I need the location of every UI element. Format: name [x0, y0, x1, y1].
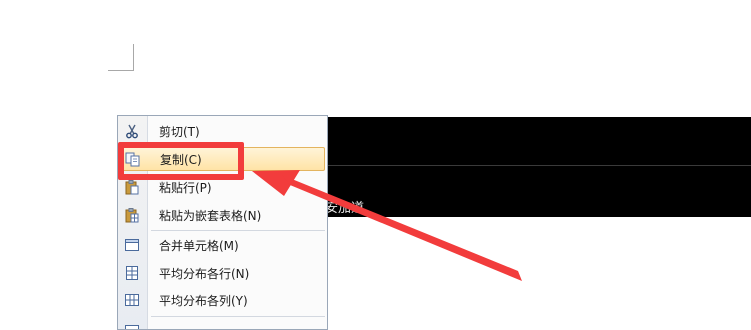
- red-arrow-shaft: [282, 175, 522, 281]
- red-arrow: [0, 0, 751, 325]
